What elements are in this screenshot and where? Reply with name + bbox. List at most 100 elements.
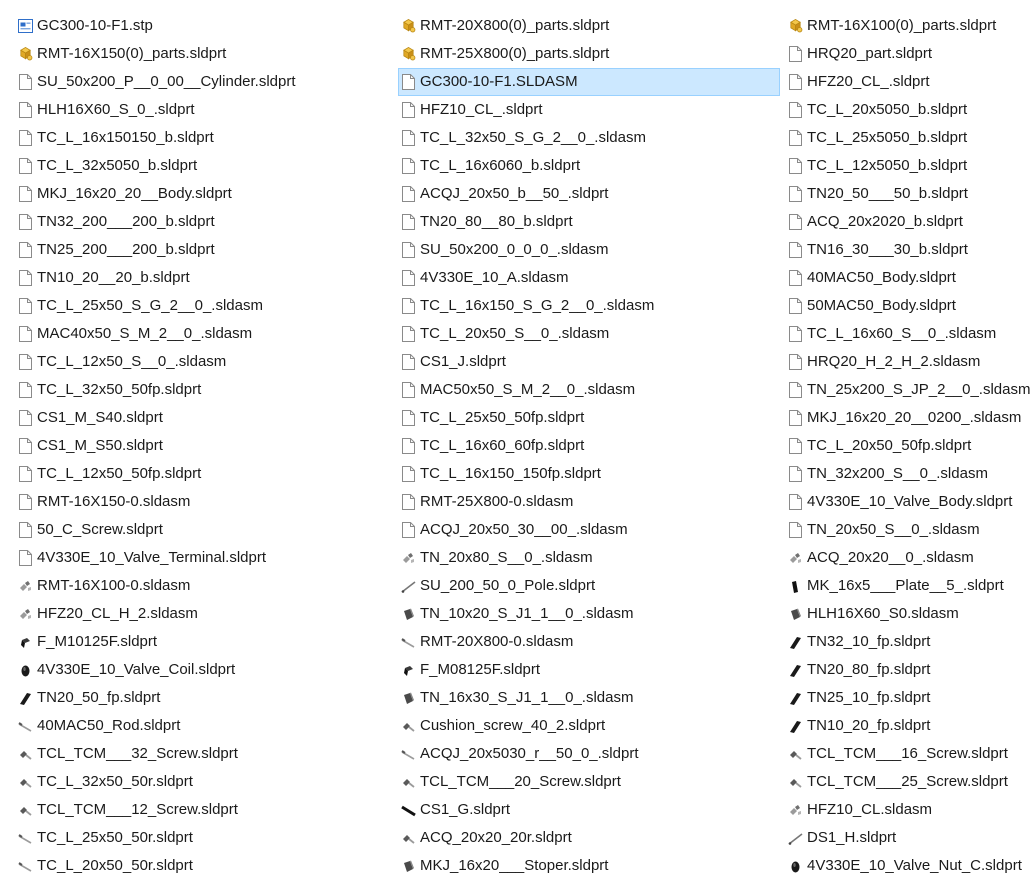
file-item-rmt-16x100-0-sldasm[interactable]: RMT-16X100-0.sldasm bbox=[15, 572, 385, 600]
thumbnail-preview-icon bbox=[401, 830, 416, 847]
file-item-tn20-80-80-b-sldprt[interactable]: TN20_80__80_b.sldprt bbox=[398, 208, 780, 236]
file-item-tn-20x50-s-0-sldasm[interactable]: TN_20x50_S__0_.sldasm bbox=[785, 516, 1033, 544]
file-item-acqj-20x50-b-50-sldprt[interactable]: ACQJ_20x50_b__50_.sldprt bbox=[398, 180, 780, 208]
file-item-hrq20-h-2-h-2-sldasm[interactable]: HRQ20_H_2_H_2.sldasm bbox=[785, 348, 1033, 376]
file-name-label: SU_50x200_P__0_00__Cylinder.sldprt bbox=[37, 73, 296, 90]
file-item-40mac50-body-sldprt[interactable]: 40MAC50_Body.sldprt bbox=[785, 264, 1033, 292]
file-item-tc-l-20x50-50r-sldprt[interactable]: TC_L_20x50_50r.sldprt bbox=[15, 852, 385, 880]
file-item-tn-10x20-s-j1-1-0-sldasm[interactable]: TN_10x20_S_J1_1__0_.sldasm bbox=[398, 600, 780, 628]
file-item-hfz10-cl-sldasm[interactable]: HFZ10_CL.sldasm bbox=[785, 796, 1033, 824]
file-item-su-50x200-p-0-00-cylinder-sldprt[interactable]: SU_50x200_P__0_00__Cylinder.sldprt bbox=[15, 68, 385, 96]
file-item-gc300-10-f1-stp[interactable]: GC300-10-F1.stp bbox=[15, 12, 385, 40]
file-item-tc-l-16x150150-b-sldprt[interactable]: TC_L_16x150150_b.sldprt bbox=[15, 124, 385, 152]
file-item-tc-l-25x5050-b-sldprt[interactable]: TC_L_25x5050_b.sldprt bbox=[785, 124, 1033, 152]
file-item-cs1-m-s40-sldprt[interactable]: CS1_M_S40.sldprt bbox=[15, 404, 385, 432]
file-item-tc-l-25x50-50fp-sldprt[interactable]: TC_L_25x50_50fp.sldprt bbox=[398, 404, 780, 432]
file-item-4v330e-10-valve-coil-sldprt[interactable]: 4V330E_10_Valve_Coil.sldprt bbox=[15, 656, 385, 684]
file-item-cs1-m-s50-sldprt[interactable]: CS1_M_S50.sldprt bbox=[15, 432, 385, 460]
file-item-ds1-h-sldprt[interactable]: DS1_H.sldprt bbox=[785, 824, 1033, 852]
file-item-su-200-50-0-pole-sldprt[interactable]: SU_200_50_0_Pole.sldprt bbox=[398, 572, 780, 600]
file-item-hlh16x60-s0-sldasm[interactable]: HLH16X60_S0.sldasm bbox=[785, 600, 1033, 628]
file-item-tn16-30-30-b-sldprt[interactable]: TN16_30___30_b.sldprt bbox=[785, 236, 1033, 264]
file-item-mac40x50-s-m-2-0-sldasm[interactable]: MAC40x50_S_M_2__0_.sldasm bbox=[15, 320, 385, 348]
file-item-tc-l-20x5050-b-sldprt[interactable]: TC_L_20x5050_b.sldprt bbox=[785, 96, 1033, 124]
file-item-40mac50-rod-sldprt[interactable]: 40MAC50_Rod.sldprt bbox=[15, 712, 385, 740]
file-item-4v330e-10-valve-nut-c-sldprt[interactable]: 4V330E_10_Valve_Nut_C.sldprt bbox=[785, 852, 1033, 880]
file-item-tc-l-25x50-50r-sldprt[interactable]: TC_L_25x50_50r.sldprt bbox=[15, 824, 385, 852]
file-item-rmt-16x150-0-sldasm[interactable]: RMT-16X150-0.sldasm bbox=[15, 488, 385, 516]
file-item-4v330e-10-a-sldasm[interactable]: 4V330E_10_A.sldasm bbox=[398, 264, 780, 292]
file-item-tn10-20-fp-sldprt[interactable]: TN10_20_fp.sldprt bbox=[785, 712, 1033, 740]
file-item-tc-l-16x60-s-0-sldasm[interactable]: TC_L_16x60_S__0_.sldasm bbox=[785, 320, 1033, 348]
file-item-tn-16x30-s-j1-1-0-sldasm[interactable]: TN_16x30_S_J1_1__0_.sldasm bbox=[398, 684, 780, 712]
file-item-tn-32x200-s-0-sldasm[interactable]: TN_32x200_S__0_.sldasm bbox=[785, 460, 1033, 488]
file-item-rmt-20x800-0-parts-sldprt[interactable]: RMT-20X800(0)_parts.sldprt bbox=[398, 12, 780, 40]
file-item-mac50x50-s-m-2-0-sldasm[interactable]: MAC50x50_S_M_2__0_.sldasm bbox=[398, 376, 780, 404]
file-item-tn10-20-20-b-sldprt[interactable]: TN10_20__20_b.sldprt bbox=[15, 264, 385, 292]
file-item-tc-l-16x150-150fp-sldprt[interactable]: TC_L_16x150_150fp.sldprt bbox=[398, 460, 780, 488]
file-item-mkj-16x20-20-body-sldprt[interactable]: MKJ_16x20_20__Body.sldprt bbox=[15, 180, 385, 208]
file-item-tn-20x80-s-0-sldasm[interactable]: TN_20x80_S__0_.sldasm bbox=[398, 544, 780, 572]
file-item-tc-l-12x50-50fp-sldprt[interactable]: TC_L_12x50_50fp.sldprt bbox=[15, 460, 385, 488]
file-item-tc-l-25x50-s-g-2-0-sldasm[interactable]: TC_L_25x50_S_G_2__0_.sldasm bbox=[15, 292, 385, 320]
solidworks-part-icon bbox=[401, 46, 416, 63]
file-item-rmt-16x100-0-parts-sldprt[interactable]: RMT-16X100(0)_parts.sldprt bbox=[785, 12, 1033, 40]
file-item-tcl-tcm-16-screw-sldprt[interactable]: TCL_TCM___16_Screw.sldprt bbox=[785, 740, 1033, 768]
file-item-50-c-screw-sldprt[interactable]: 50_C_Screw.sldprt bbox=[15, 516, 385, 544]
file-item-tc-l-16x60-60fp-sldprt[interactable]: TC_L_16x60_60fp.sldprt bbox=[398, 432, 780, 460]
file-item-cushion-screw-40-2-sldprt[interactable]: Cushion_screw_40_2.sldprt bbox=[398, 712, 780, 740]
file-name-label: DS1_H.sldprt bbox=[807, 829, 897, 846]
file-item-tc-l-32x5050-b-sldprt[interactable]: TC_L_32x5050_b.sldprt bbox=[15, 152, 385, 180]
file-item-acq-20x20-0-sldasm[interactable]: ACQ_20x20__0_.sldasm bbox=[785, 544, 1033, 572]
file-item-rmt-25x800-0-sldasm[interactable]: RMT-25X800-0.sldasm bbox=[398, 488, 780, 516]
file-item-rmt-25x800-0-parts-sldprt[interactable]: RMT-25X800(0)_parts.sldprt bbox=[398, 40, 780, 68]
file-item-hrq20-part-sldprt[interactable]: HRQ20_part.sldprt bbox=[785, 40, 1033, 68]
file-item-tc-l-32x50-50r-sldprt[interactable]: TC_L_32x50_50r.sldprt bbox=[15, 768, 385, 796]
file-item-tn20-50-fp-sldprt[interactable]: TN20_50_fp.sldprt bbox=[15, 684, 385, 712]
file-item-acqj-20x50-30-00-sldasm[interactable]: ACQJ_20x50_30__00_.sldasm bbox=[398, 516, 780, 544]
file-item-tn32-200-200-b-sldprt[interactable]: TN32_200___200_b.sldprt bbox=[15, 208, 385, 236]
file-item-tn25-10-fp-sldprt[interactable]: TN25_10_fp.sldprt bbox=[785, 684, 1033, 712]
file-item-tcl-tcm-20-screw-sldprt[interactable]: TCL_TCM___20_Screw.sldprt bbox=[398, 768, 780, 796]
file-item-tc-l-16x6060-b-sldprt[interactable]: TC_L_16x6060_b.sldprt bbox=[398, 152, 780, 180]
file-item-f-m08125f-sldprt[interactable]: F_M08125F.sldprt bbox=[398, 656, 780, 684]
file-item-mkj-16x20-stoper-sldprt[interactable]: MKJ_16x20___Stoper.sldprt bbox=[398, 852, 780, 880]
file-item-tcl-tcm-12-screw-sldprt[interactable]: TCL_TCM___12_Screw.sldprt bbox=[15, 796, 385, 824]
file-item-tc-l-12x50-s-0-sldasm[interactable]: TC_L_12x50_S__0_.sldasm bbox=[15, 348, 385, 376]
file-item-su-50x200-0-0-0-sldasm[interactable]: SU_50x200_0_0_0_.sldasm bbox=[398, 236, 780, 264]
file-item-tc-l-32x50-s-g-2-0-sldasm[interactable]: TC_L_32x50_S_G_2__0_.sldasm bbox=[398, 124, 780, 152]
file-item-tc-l-12x5050-b-sldprt[interactable]: TC_L_12x5050_b.sldprt bbox=[785, 152, 1033, 180]
file-item-50mac50-body-sldprt[interactable]: 50MAC50_Body.sldprt bbox=[785, 292, 1033, 320]
file-item-tc-l-20x50-s-0-sldasm[interactable]: TC_L_20x50_S__0_.sldasm bbox=[398, 320, 780, 348]
file-item-gc300-10-f1-sldasm[interactable]: GC300-10-F1.SLDASM bbox=[398, 68, 780, 96]
file-item-tc-l-32x50-50fp-sldprt[interactable]: TC_L_32x50_50fp.sldprt bbox=[15, 376, 385, 404]
file-item-acq-20x20-20r-sldprt[interactable]: ACQ_20x20_20r.sldprt bbox=[398, 824, 780, 852]
document-icon bbox=[788, 494, 803, 511]
file-item-hlh16x60-s-0-sldprt[interactable]: HLH16X60_S_0_.sldprt bbox=[15, 96, 385, 124]
file-item-tn-25x200-s-jp-2-0-sldasm[interactable]: TN_25x200_S_JP_2__0_.sldasm bbox=[785, 376, 1033, 404]
file-item-acq-20x2020-b-sldprt[interactable]: ACQ_20x2020_b.sldprt bbox=[785, 208, 1033, 236]
file-item-hfz10-cl-sldprt[interactable]: HFZ10_CL_.sldprt bbox=[398, 96, 780, 124]
file-item-tc-l-16x150-s-g-2-0-sldasm[interactable]: TC_L_16x150_S_G_2__0_.sldasm bbox=[398, 292, 780, 320]
file-item-tc-l-20x50-50fp-sldprt[interactable]: TC_L_20x50_50fp.sldprt bbox=[785, 432, 1033, 460]
file-item-acqj-20x5030-r-50-0-sldprt[interactable]: ACQJ_20x5030_r__50_0_.sldprt bbox=[398, 740, 780, 768]
file-item-hfz20-cl-sldprt[interactable]: HFZ20_CL_.sldprt bbox=[785, 68, 1033, 96]
document-icon bbox=[788, 74, 803, 91]
file-item-cs1-g-sldprt[interactable]: CS1_G.sldprt bbox=[398, 796, 780, 824]
file-item-tcl-tcm-25-screw-sldprt[interactable]: TCL_TCM___25_Screw.sldprt bbox=[785, 768, 1033, 796]
file-item-tn20-50-50-b-sldprt[interactable]: TN20_50___50_b.sldprt bbox=[785, 180, 1033, 208]
file-item-hfz20-cl-h-2-sldasm[interactable]: HFZ20_CL_H_2.sldasm bbox=[15, 600, 385, 628]
file-item-4v330e-10-valve-terminal-sldprt[interactable]: 4V330E_10_Valve_Terminal.sldprt bbox=[15, 544, 385, 572]
file-item-rmt-20x800-0-sldasm[interactable]: RMT-20X800-0.sldasm bbox=[398, 628, 780, 656]
file-item-4v330e-10-valve-body-sldprt[interactable]: 4V330E_10_Valve_Body.sldprt bbox=[785, 488, 1033, 516]
file-item-mk-16x5-plate-5-sldprt[interactable]: MK_16x5___Plate__5_.sldprt bbox=[785, 572, 1033, 600]
file-item-f-m10125f-sldprt[interactable]: F_M10125F.sldprt bbox=[15, 628, 385, 656]
file-item-tn25-200-200-b-sldprt[interactable]: TN25_200___200_b.sldprt bbox=[15, 236, 385, 264]
file-name-label: F_M08125F.sldprt bbox=[420, 661, 541, 678]
file-item-tcl-tcm-32-screw-sldprt[interactable]: TCL_TCM___32_Screw.sldprt bbox=[15, 740, 385, 768]
file-item-tn20-80-fp-sldprt[interactable]: TN20_80_fp.sldprt bbox=[785, 656, 1033, 684]
file-item-tn32-10-fp-sldprt[interactable]: TN32_10_fp.sldprt bbox=[785, 628, 1033, 656]
file-item-mkj-16x20-20-0200-sldasm[interactable]: MKJ_16x20_20__0200_.sldasm bbox=[785, 404, 1033, 432]
file-item-cs1-j-sldprt[interactable]: CS1_J.sldprt bbox=[398, 348, 780, 376]
file-item-rmt-16x150-0-parts-sldprt[interactable]: RMT-16X150(0)_parts.sldprt bbox=[15, 40, 385, 68]
